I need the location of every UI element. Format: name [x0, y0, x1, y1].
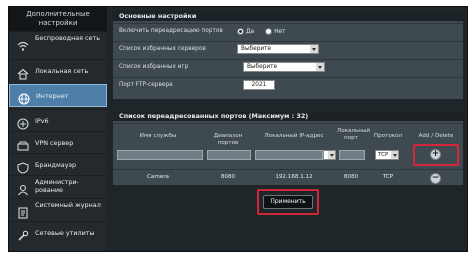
cell-local-ip: 192.168.1.12: [275, 174, 313, 180]
cell-service: Camera: [147, 174, 169, 180]
basic-settings-panel: Основные настройки Включить переадресаци…: [113, 11, 463, 99]
select-value: Выберите: [247, 64, 278, 70]
table-row: Camera 8080 192.168.1.12 8080 TCP −: [113, 169, 463, 186]
new-rule-row: TCP +: [113, 149, 463, 163]
chevron-down-icon: [316, 63, 324, 71]
header-ports: Диапазон портов: [213, 133, 243, 146]
radio-no[interactable]: [265, 28, 273, 35]
ftp-port-row: Порт FTP-сервера 2021: [113, 77, 463, 92]
table-header: Имя службы Диапазон портов Локальный IP-…: [113, 123, 463, 148]
favorite-servers-row: Список избранных серверов Выберите: [113, 41, 463, 56]
admin-icon: [17, 181, 29, 196]
header-service: Имя службы: [139, 133, 177, 139]
sidebar-item-label: VPN сервер: [35, 139, 74, 147]
favorite-games-label: Список избранных игр: [119, 64, 189, 70]
sidebar-item-label: Интернет: [36, 92, 69, 100]
panel-title: Список переадресованных портов (Максимум…: [113, 111, 463, 121]
delete-rule-button[interactable]: −: [430, 173, 441, 184]
sidebar-item-label: Системный журнал: [35, 201, 101, 209]
sidebar-item-vpn[interactable]: VPN сервер: [9, 131, 107, 154]
home-icon: [17, 65, 29, 80]
tools-icon: [17, 227, 29, 241]
highlight-add-button: [413, 144, 459, 166]
cell-ports: 8080: [220, 174, 236, 180]
apply-button[interactable]: Применить: [263, 195, 313, 209]
sidebar-item-internet[interactable]: Интернет: [9, 84, 107, 107]
globe-icon: [18, 90, 30, 105]
ftp-port-input[interactable]: 2021: [243, 80, 275, 90]
chevron-down-icon: [328, 151, 335, 159]
service-name-input[interactable]: [117, 150, 203, 160]
sidebar-item-administration[interactable]: Администри-рование: [9, 175, 107, 198]
sidebar-item-firewall[interactable]: Брандмауэр: [9, 153, 107, 176]
header-local-ip: Локальный IP-адрес: [264, 133, 324, 139]
firewall-icon: [17, 159, 29, 174]
chevron-down-icon: [391, 151, 398, 159]
sidebar-item-label: Локальная сеть: [35, 67, 89, 75]
header-add-delete: Add / Delete: [418, 133, 454, 139]
ftp-port-label: Порт FTP-сервера: [119, 82, 173, 88]
protocol-select[interactable]: TCP: [375, 150, 399, 160]
favorite-games-select[interactable]: Выберите: [243, 62, 325, 72]
sidebar-item-label: Администри-рование: [35, 178, 79, 194]
enable-forwarding-label: Включить переадресацию портов: [119, 28, 223, 34]
header-protocol: Протокол: [373, 133, 403, 139]
header-local-port: Локальный порт: [337, 128, 371, 141]
sidebar-item-ipv6[interactable]: IPv6: [9, 109, 107, 132]
sidebar-item-wireless[interactable]: Беспроводная сеть: [9, 31, 107, 54]
favorite-servers-select[interactable]: Выберите: [237, 44, 319, 54]
enable-forwarding-radios: Да Нет: [237, 24, 292, 39]
port-range-input[interactable]: [207, 150, 251, 160]
log-icon: [17, 204, 29, 219]
select-value: Выберите: [241, 46, 272, 52]
sidebar-item-system-log[interactable]: Системный журнал: [9, 198, 107, 221]
wifi-icon: [17, 37, 29, 51]
radio-yes-label: Да: [246, 28, 255, 35]
favorite-games-row: Список избранных игр Выберите: [113, 59, 463, 74]
sidebar-item-label: Сетевые утилиты: [35, 229, 95, 237]
favorite-servers-label: Список избранных серверов: [119, 46, 206, 52]
cell-local-port: 8080: [343, 174, 359, 180]
sidebar-item-label: Брандмауэр: [35, 161, 77, 169]
local-port-input[interactable]: [339, 150, 365, 160]
router-admin-window: Дополнительные настройки Беспроводная се…: [8, 6, 468, 252]
sidebar-item-network-tools[interactable]: Сетевые утилиты: [9, 221, 107, 244]
ipv6-icon: [17, 115, 29, 130]
port-forward-panel: Список переадресованных портов (Максимум…: [113, 111, 463, 185]
vpn-icon: [17, 137, 29, 151]
sidebar-item-label: Беспроводная сеть: [35, 34, 100, 42]
chevron-down-icon: [310, 45, 318, 53]
radio-yes[interactable]: [237, 28, 244, 35]
sidebar: Дополнительные настройки Беспроводная се…: [9, 7, 107, 251]
enable-forwarding-row: Включить переадресацию портов Да Нет: [113, 23, 463, 38]
radio-no-label: Нет: [274, 28, 286, 35]
sidebar-header: Дополнительные настройки: [9, 7, 107, 31]
local-ip-input[interactable]: [255, 150, 323, 160]
select-value: TCP: [378, 152, 389, 158]
sidebar-item-lan[interactable]: Локальная сеть: [9, 59, 107, 82]
cell-protocol: TCP: [382, 174, 394, 180]
local-ip-dropdown[interactable]: [323, 150, 336, 160]
sidebar-item-label: IPv6: [35, 117, 49, 125]
minus-icon: −: [431, 173, 440, 183]
panel-title: Основные настройки: [113, 11, 463, 21]
